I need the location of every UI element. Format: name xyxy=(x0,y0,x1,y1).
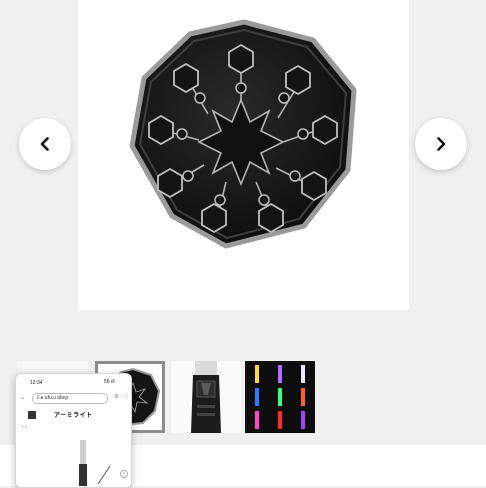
more-menu-icon[interactable]: ⋮ xyxy=(124,394,129,400)
main-product-image xyxy=(78,0,409,310)
thumb-lightstick-grip[interactable] xyxy=(171,361,241,433)
phone-product-image xyxy=(79,440,111,486)
phone-site-logo: アーミライト xyxy=(54,413,93,419)
back-arrow-icon[interactable]: ‹ ‹ xyxy=(22,424,27,430)
next-image-button[interactable] xyxy=(415,118,467,170)
phone-status-signal: 56 ıll xyxy=(104,379,115,385)
chevron-left-icon xyxy=(40,137,49,151)
phone-url-bar[interactable]: ﾛ ▸ ufu.u abcp xyxy=(32,393,108,404)
color-variants-image xyxy=(245,361,315,433)
home-icon: ⌂ xyxy=(21,395,25,401)
hamburger-menu-icon[interactable] xyxy=(28,411,36,419)
lightstick-grip-image xyxy=(171,361,241,433)
previous-image-button[interactable] xyxy=(19,118,71,170)
phone-status-time: 12:34 xyxy=(30,380,43,386)
snowflake-badge-image xyxy=(129,19,357,249)
chevron-right-icon xyxy=(437,137,446,151)
phone-next-arrow-icon[interactable]: › xyxy=(120,470,128,478)
phone-preview-overlay[interactable]: 12:34 56 ıll ⌂ ﾛ ▸ ufu.u abcp 3 ⋮ アーミライト… xyxy=(15,373,132,488)
thumb-color-variants[interactable] xyxy=(245,361,315,433)
phone-tab-count[interactable]: 3 xyxy=(115,394,118,400)
